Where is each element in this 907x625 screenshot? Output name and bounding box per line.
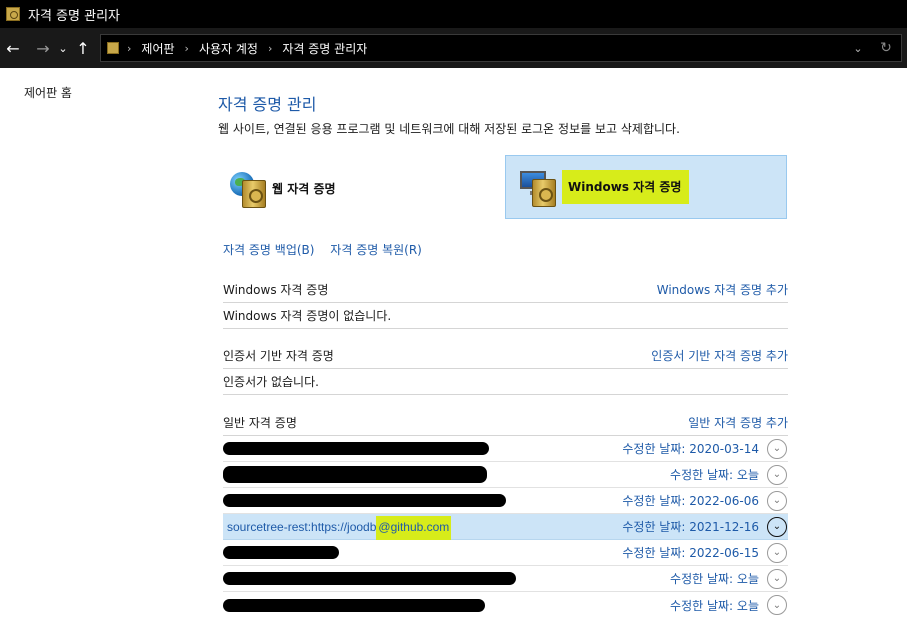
address-bar[interactable]: › 제어판 › 사용자 계정 › 자격 증명 관리자 ⌄ ↻ [100, 34, 902, 62]
web-credentials-vault-icon [222, 166, 268, 210]
windows-credentials-tile[interactable]: Windows 자격 증명 [505, 155, 787, 219]
add-certificate-credential-link[interactable]: 인증서 기반 자격 증명 추가 [651, 347, 788, 364]
credential-row[interactable]: 수정한 날짜: 오늘 ⌄ [223, 462, 788, 488]
expand-chevron-icon[interactable]: ⌄ [767, 516, 787, 537]
window-title: 자격 증명 관리자 [28, 8, 120, 24]
credential-actions: 자격 증명 백업(B) 자격 증명 복원(R) [223, 241, 434, 258]
modified-date: 수정한 날짜: 2021-12-16 [622, 520, 759, 534]
windows-credentials-vault-icon [512, 165, 558, 209]
credential-row[interactable]: 수정한 날짜: 2022-06-15 ⌄ [223, 540, 788, 566]
breadcrumb-separator-icon[interactable]: › [268, 42, 272, 55]
modified-date: 수정한 날짜: 오늘 [670, 598, 759, 613]
credential-name: sourcetree-rest:https://joodb @github.com [223, 515, 452, 540]
control-panel-icon [107, 42, 119, 54]
credential-row[interactable]: 수정한 날짜: 2022-06-06 ⌄ [223, 488, 788, 514]
windows-credentials-section: Windows 자격 증명 Windows 자격 증명 추가 Windows 자… [223, 277, 788, 329]
modified-date: 수정한 날짜: 오늘 [670, 468, 759, 482]
empty-message: Windows 자격 증명이 없습니다. [223, 309, 392, 323]
refresh-icon[interactable]: ↻ [871, 40, 901, 56]
credential-name-highlight: @github.com [376, 515, 452, 540]
breadcrumb-item-control-panel[interactable]: 제어판 [141, 40, 174, 57]
address-dropdown-chevron-icon[interactable]: ⌄ [845, 42, 871, 55]
credential-manager-icon [6, 7, 20, 21]
credential-name-prefix: sourcetree-rest:https://joodb [227, 519, 377, 534]
redacted-credential-name [223, 442, 489, 455]
breadcrumb-separator-icon[interactable]: › [127, 42, 131, 55]
expand-chevron-icon[interactable]: ⌄ [767, 595, 787, 615]
page-title: 자격 증명 관리 [218, 95, 317, 114]
section-title: Windows 자격 증명 [223, 283, 329, 297]
modified-date: 수정한 날짜: 2020-03-14 [622, 442, 759, 456]
web-credentials-tile[interactable]: 웹 자격 증명 [222, 156, 502, 220]
control-panel-home-link[interactable]: 제어판 홈 [24, 84, 72, 101]
breadcrumb-separator-icon[interactable]: › [185, 42, 189, 55]
recent-locations-chevron-icon[interactable]: ⌄ [56, 34, 70, 62]
windows-credentials-label: Windows 자격 증명 [562, 170, 690, 204]
restore-credentials-link[interactable]: 자격 증명 복원(R) [330, 243, 422, 257]
add-generic-credential-link[interactable]: 일반 자격 증명 추가 [688, 414, 788, 431]
page-description: 웹 사이트, 연결된 응용 프로그램 및 네트워크에 대해 저장된 로그온 정보… [218, 122, 680, 136]
expand-chevron-icon[interactable]: ⌄ [767, 542, 787, 563]
credential-row-selected[interactable]: sourcetree-rest:https://joodb @github.com… [223, 514, 788, 540]
redacted-credential-name [223, 598, 485, 612]
credential-row[interactable]: 수정한 날짜: 오늘 ⌄ [223, 566, 788, 592]
generic-credentials-section: 일반 자격 증명 일반 자격 증명 추가 수정한 날짜: 2020-03-14 … [223, 410, 788, 618]
redacted-credential-name [223, 572, 516, 585]
credential-row[interactable]: 수정한 날짜: 2020-03-14 ⌄ [223, 436, 788, 462]
expand-chevron-icon[interactable]: ⌄ [767, 568, 787, 589]
web-credentials-label: 웹 자격 증명 [272, 181, 336, 196]
navigation-bar: ← → ⌄ ↑ › 제어판 › 사용자 계정 › 자격 증명 관리자 ⌄ ↻ [0, 28, 907, 68]
redacted-credential-name [223, 494, 506, 507]
add-windows-credential-link[interactable]: Windows 자격 증명 추가 [657, 281, 788, 298]
redacted-credential-name [223, 466, 487, 483]
section-title: 인증서 기반 자격 증명 [223, 349, 334, 363]
section-title: 일반 자격 증명 [223, 416, 297, 430]
breadcrumb-item-user-accounts[interactable]: 사용자 계정 [199, 40, 258, 57]
certificate-credentials-section: 인증서 기반 자격 증명 인증서 기반 자격 증명 추가 인증서가 없습니다. [223, 343, 788, 395]
empty-message: 인증서가 없습니다. [223, 375, 319, 389]
expand-chevron-icon[interactable]: ⌄ [767, 438, 787, 459]
back-arrow-icon[interactable]: ← [2, 34, 24, 62]
expand-chevron-icon[interactable]: ⌄ [767, 464, 787, 485]
modified-date: 수정한 날짜: 2022-06-15 [622, 546, 759, 560]
modified-date: 수정한 날짜: 오늘 [670, 572, 759, 586]
breadcrumb-item-credential-manager[interactable]: 자격 증명 관리자 [282, 40, 367, 57]
credential-row[interactable]: 수정한 날짜: 오늘 ⌄ [223, 592, 788, 618]
forward-arrow-icon[interactable]: → [32, 34, 54, 62]
backup-credentials-link[interactable]: 자격 증명 백업(B) [223, 243, 314, 257]
redacted-credential-name [223, 546, 339, 559]
up-arrow-icon[interactable]: ↑ [72, 34, 94, 62]
expand-chevron-icon[interactable]: ⌄ [767, 490, 787, 511]
modified-date: 수정한 날짜: 2022-06-06 [622, 494, 759, 508]
title-bar: 자격 증명 관리자 [0, 0, 907, 28]
